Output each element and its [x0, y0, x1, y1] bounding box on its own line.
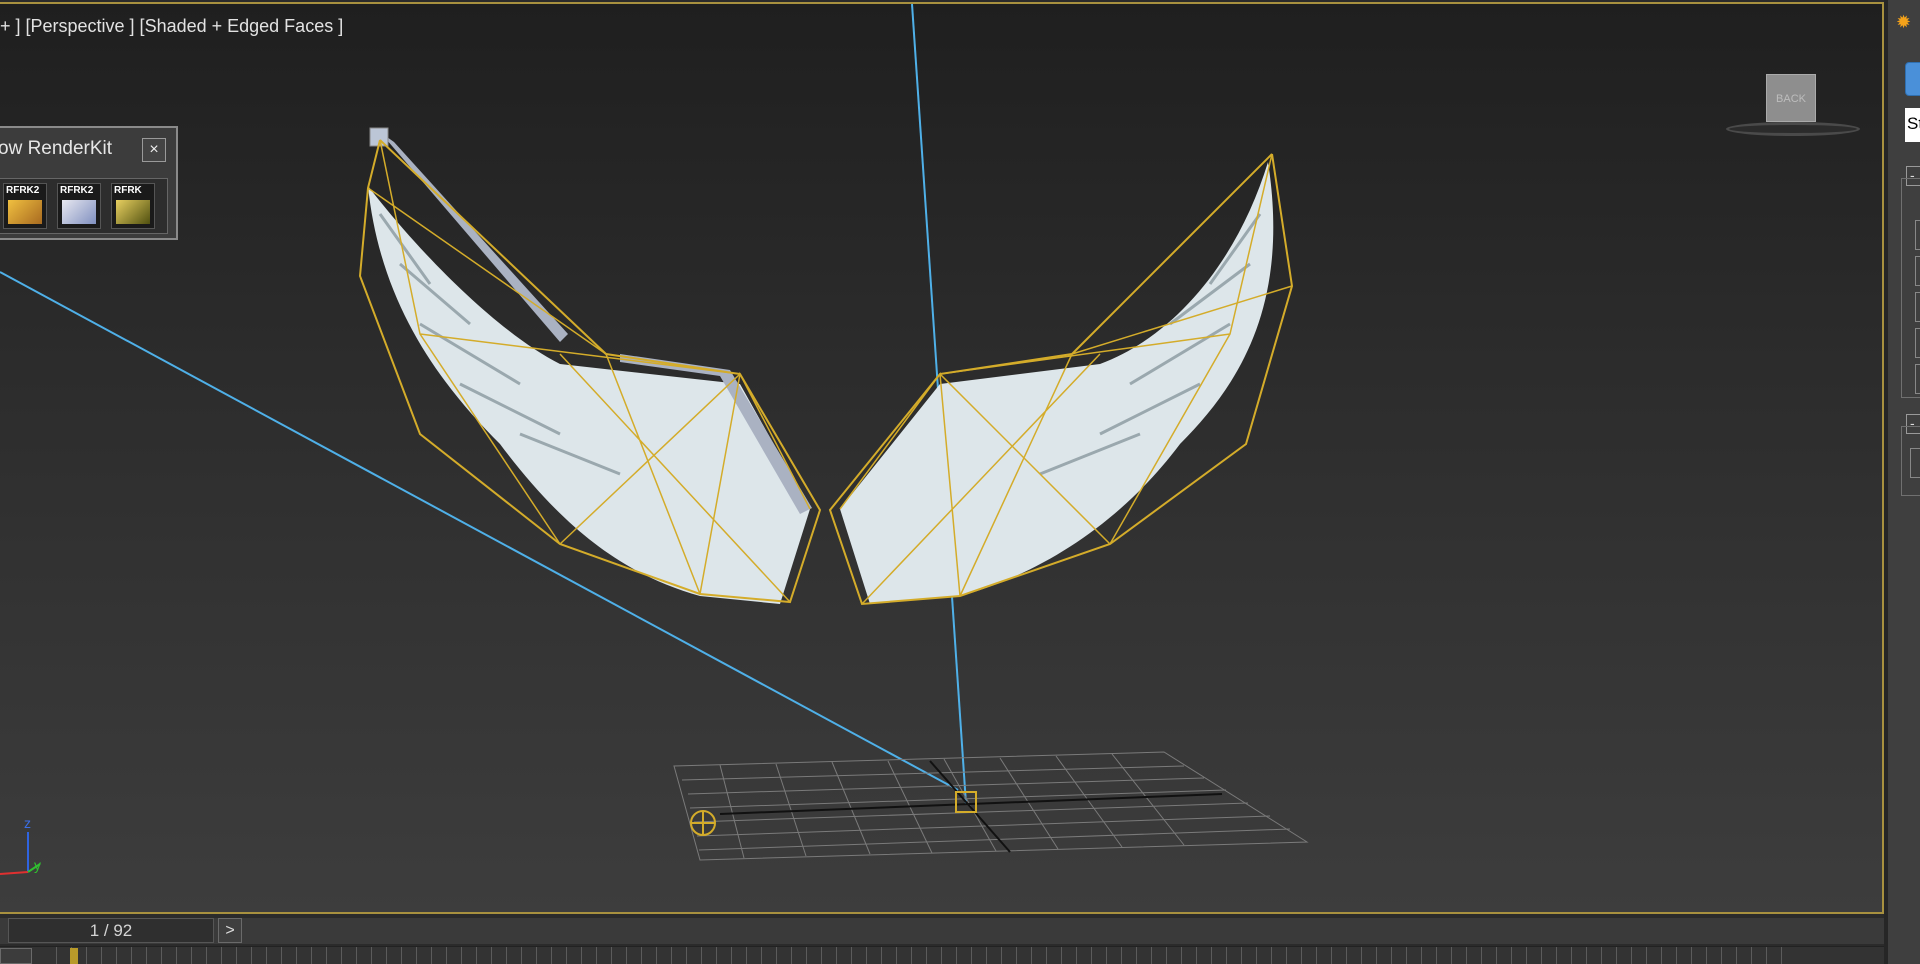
renderkit-toolbar-panel[interactable]: ow RenderKit × RFRK2 RFRK2 RFRK [0, 126, 178, 240]
viewport-label-menu[interactable]: + ] [Perspective ] [Shaded + Edged Faces… [0, 16, 343, 37]
axis-y-label: y [34, 857, 41, 873]
grid-helper-icon[interactable] [690, 810, 716, 836]
left-wing[interactable] [358, 127, 822, 604]
perspective-viewport[interactable]: z y + ] [Perspective ] [Shaded + Edged F… [0, 2, 1884, 914]
renderkit-icon-art [8, 200, 42, 224]
viewport-scene[interactable]: z y [0, 4, 1884, 914]
renderkit-icon-art [116, 200, 150, 224]
renderkit-icon-2[interactable]: RFRK2 [57, 183, 101, 229]
right-wing[interactable] [828, 153, 1294, 606]
close-button[interactable]: × [142, 138, 166, 162]
renderkit-icon-row: RFRK2 RFRK2 RFRK [0, 178, 168, 234]
next-frame-button[interactable]: > [218, 918, 242, 943]
renderkit-icon-label: RFRK2 [6, 185, 40, 196]
renderkit-icon-1[interactable]: RFRK2 [3, 183, 47, 229]
renderkit-title: ow RenderKit [0, 138, 113, 159]
rollout-button[interactable] [1915, 328, 1920, 358]
geometry-category-button[interactable] [1905, 62, 1920, 96]
renderkit-icon-art [62, 200, 96, 224]
name-field[interactable] [1910, 448, 1920, 478]
create-tab-icon[interactable]: ✹ [1896, 12, 1918, 34]
rollout-button[interactable] [1915, 364, 1920, 394]
command-panel: ✹ St - - [1884, 0, 1920, 964]
open-mini-curve-editor-button[interactable] [0, 948, 32, 964]
axis-z-label: z [24, 815, 31, 831]
home-grid [673, 751, 1309, 861]
rollout-button[interactable] [1915, 292, 1920, 322]
keyframe-marker[interactable] [70, 948, 78, 964]
viewcube-compass-ring[interactable] [1726, 122, 1860, 136]
rollout-button[interactable] [1915, 256, 1920, 286]
object-type-dropdown[interactable]: St [1905, 108, 1920, 142]
track-bar[interactable] [0, 946, 1884, 964]
rollout-button[interactable] [1915, 220, 1920, 250]
viewcube[interactable]: BACK [1726, 74, 1860, 142]
renderkit-icon-label: RFRK [114, 185, 142, 196]
renderkit-icon-label: RFRK2 [60, 185, 94, 196]
viewcube-back-face[interactable]: BACK [1766, 74, 1816, 122]
renderkit-icon-3[interactable]: RFRK [111, 183, 155, 229]
time-slider[interactable]: 1 / 92 [8, 918, 214, 943]
axis-tripod-icon: z y [0, 815, 41, 875]
time-slider-bar: 1 / 92 > [0, 918, 1884, 944]
track-bar-ticks [56, 947, 1796, 964]
